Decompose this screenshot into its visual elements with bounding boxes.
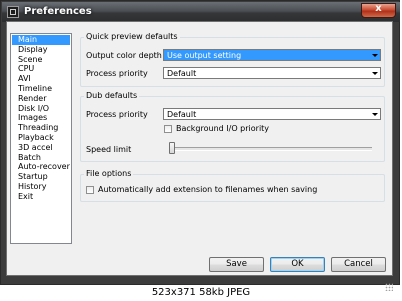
cancel-button[interactable]: Cancel	[331, 257, 386, 272]
background-io-checkbox[interactable]	[164, 125, 172, 133]
file-options-title: File options	[84, 169, 134, 178]
quick-preview-title: Quick preview defaults	[84, 32, 180, 41]
sidebar-item-avi[interactable]: AVI	[11, 74, 71, 84]
sidebar-item-history[interactable]: History	[11, 182, 71, 192]
sidebar-item-images[interactable]: Images	[11, 113, 71, 123]
image-caption: 523x371 58kb JPEG	[151, 287, 251, 298]
category-list[interactable]: Main Display Scene CPU AVI Timeline Render Disk…	[10, 33, 72, 244]
ok-button[interactable]: OK	[270, 257, 325, 272]
sidebar-item-disk-i-o[interactable]: Disk I/O	[11, 104, 71, 114]
speed-limit-slider-thumb[interactable]	[169, 142, 175, 154]
output-color-depth-select[interactable]: Use output setting	[163, 49, 381, 61]
speed-limit-track[interactable]	[171, 147, 372, 151]
close-button[interactable]: x	[361, 3, 396, 18]
sidebar-item-auto-recover[interactable]: Auto-recover	[11, 162, 71, 172]
chevron-down-icon	[370, 51, 379, 59]
sidebar-item-3d-accel[interactable]: 3D accel	[11, 143, 71, 153]
sidebar-item-batch[interactable]: Batch	[11, 153, 71, 163]
save-button[interactable]: Save	[209, 257, 264, 272]
chevron-down-icon	[370, 110, 379, 118]
title-bar[interactable]: Preferences x	[2, 2, 400, 22]
chevron-down-icon	[370, 69, 379, 77]
quick-process-priority-label: Process priority	[86, 69, 148, 78]
output-color-depth-value: Use output setting	[167, 51, 242, 60]
dub-process-priority-label: Process priority	[86, 110, 148, 119]
sidebar-item-timeline[interactable]: Timeline	[11, 84, 71, 94]
sidebar-item-main[interactable]: Main	[12, 35, 70, 45]
dub-process-priority-value: Default	[167, 110, 197, 119]
sidebar-item-threading[interactable]: Threading	[11, 123, 71, 133]
sidebar-item-render[interactable]: Render	[11, 94, 71, 104]
quick-preview-group	[80, 37, 385, 87]
dub-defaults-title: Dub defaults	[84, 91, 140, 100]
sidebar-item-exit[interactable]: Exit	[11, 192, 71, 202]
sidebar-item-display[interactable]: Display	[11, 45, 71, 55]
speed-limit-label: Speed limit	[86, 145, 132, 154]
auto-extension-checkbox[interactable]	[86, 186, 94, 194]
sidebar-item-scene[interactable]: Scene	[11, 55, 71, 65]
window-title: Preferences	[24, 6, 92, 17]
dub-process-priority-select[interactable]: Default	[163, 108, 381, 120]
output-color-depth-label: Output color depth	[86, 51, 162, 60]
background-io-label: Background I/O priority	[176, 124, 270, 133]
auto-extension-label: Automatically add extension to filenames…	[98, 185, 318, 194]
quick-process-priority-select[interactable]: Default	[163, 67, 381, 79]
quick-process-priority-value: Default	[167, 69, 197, 78]
sidebar-item-cpu[interactable]: CPU	[11, 64, 71, 74]
app-icon	[7, 6, 19, 18]
sidebar-item-startup[interactable]: Startup	[11, 172, 71, 182]
sidebar-item-playback[interactable]: Playback	[11, 133, 71, 143]
close-icon: x	[375, 3, 382, 14]
